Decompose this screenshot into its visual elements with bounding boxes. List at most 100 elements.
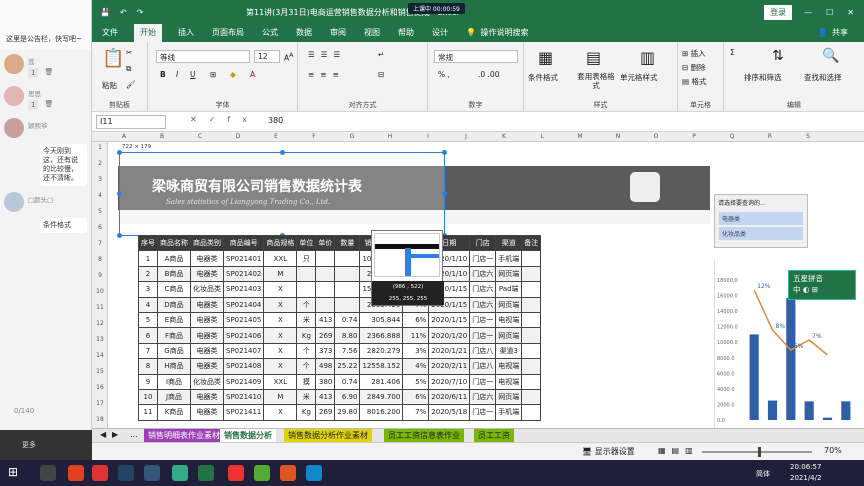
row-number[interactable]: 5 [92, 208, 108, 215]
maximize-icon[interactable]: ☐ [826, 8, 833, 17]
ime-panel[interactable]: 五星拼音 中 ◐ ⊞ [788, 270, 856, 300]
share-button[interactable]: 👤 共享 [815, 27, 852, 42]
table-cell[interactable]: 电器类 [190, 250, 224, 267]
table-cell[interactable]: C商品 [157, 281, 191, 298]
row-number[interactable]: 9 [92, 272, 108, 279]
border-icon[interactable]: ⊞ [210, 70, 216, 79]
chat-user[interactable]: 思思 1 🗑 [0, 82, 91, 114]
format-painter-icon[interactable]: 🖌 [126, 80, 136, 89]
table-cell[interactable] [334, 281, 361, 298]
table-cell[interactable]: 个 [296, 342, 317, 360]
table-cell[interactable] [521, 250, 542, 267]
column-letter[interactable]: G [342, 133, 362, 140]
ime-lang[interactable]: 简体 [756, 469, 770, 479]
table-cell[interactable] [315, 281, 336, 298]
column-header[interactable]: 商品类别 [190, 234, 224, 252]
trash-icon[interactable]: 🗑 [44, 100, 53, 110]
resize-handle[interactable] [442, 150, 447, 155]
table-cell[interactable]: 电器类 [190, 296, 224, 313]
sheet-tab-active[interactable]: 销售数据分析 [220, 429, 276, 443]
resize-handle[interactable] [442, 191, 447, 196]
column-header[interactable]: 商品编号 [222, 234, 265, 252]
sort-icon[interactable]: ⇅ [772, 48, 784, 64]
table-cell[interactable] [521, 327, 542, 344]
table-cell[interactable]: 电器类 [190, 404, 224, 421]
table-cell[interactable]: 化妆品类 [190, 373, 224, 390]
table-cell[interactable] [296, 281, 317, 298]
table-cell[interactable]: 4 [138, 296, 158, 313]
table-cell[interactable]: 2820.279 [359, 342, 404, 360]
column-header[interactable]: 渠道 [495, 234, 523, 252]
app-icon[interactable] [306, 465, 322, 481]
table-cell[interactable]: 渠道3 [495, 342, 523, 360]
table-cell[interactable]: 8016.200 [359, 404, 404, 421]
row-number[interactable]: 15 [92, 368, 108, 375]
column-letter[interactable]: A [114, 133, 134, 140]
paste-button[interactable]: 粘贴 [102, 80, 117, 91]
tab-file[interactable]: 文件 [100, 27, 120, 42]
sheet-tab[interactable]: 销售明细表作业素材 [144, 429, 224, 443]
table-cell[interactable]: I商品 [157, 373, 191, 390]
table-cell[interactable]: 电器类 [190, 358, 224, 375]
view-mode-icons[interactable]: ▦▤▥ [658, 446, 699, 455]
row-number[interactable]: 11 [92, 304, 108, 311]
sort-filter-button[interactable]: 排序和筛选 [744, 72, 782, 83]
table-cell[interactable]: 化妆品类 [190, 281, 224, 298]
table-cell[interactable]: SP021406 [222, 327, 265, 344]
column-letter[interactable]: S [798, 133, 818, 140]
table-cell[interactable]: SP021402 [222, 265, 265, 283]
table-cell[interactable]: 米 [296, 311, 317, 329]
table-cell[interactable]: 0.74 [334, 373, 361, 390]
table-cell[interactable]: 2020/5/18 [428, 404, 471, 421]
clock[interactable]: 20:06:57 2021/4/2 [790, 462, 821, 484]
table-format-icon[interactable]: ▤ [586, 48, 601, 67]
table-cell[interactable]: 2020/6/11 [428, 388, 471, 406]
table-cell[interactable]: 3% [402, 342, 430, 360]
table-cell[interactable] [315, 296, 336, 313]
column-letter[interactable]: N [608, 133, 628, 140]
align-left-icons[interactable]: ≡≡≡ [308, 70, 345, 79]
task-view-icon[interactable] [40, 465, 56, 481]
table-cell[interactable]: XXL [263, 250, 298, 267]
app-icon[interactable] [228, 465, 244, 481]
app-icon[interactable] [172, 465, 188, 481]
slicer-item[interactable]: 电器类 [719, 212, 803, 225]
percent-icon[interactable]: % , [438, 70, 450, 79]
table-cell[interactable]: 10 [138, 388, 158, 406]
row-number[interactable]: 16 [92, 384, 108, 391]
column-header[interactable]: 单位 [296, 234, 317, 252]
slicer-item[interactable]: 化妆品类 [719, 227, 803, 240]
table-cell[interactable]: G商品 [157, 342, 191, 360]
table-cell[interactable]: 4% [402, 358, 430, 375]
table-cell[interactable]: 电器类 [190, 388, 224, 406]
table-cell[interactable]: SP021411 [222, 404, 265, 421]
number-format-select[interactable]: 常规 [434, 50, 518, 63]
table-cell[interactable] [521, 342, 542, 360]
table-cell[interactable]: 门店六 [469, 281, 497, 298]
table-cell[interactable]: 电视端 [495, 311, 523, 329]
table-cell[interactable]: Kg [296, 327, 317, 344]
table-cell[interactable]: J商品 [157, 388, 191, 406]
table-cell[interactable]: SP021409 [222, 373, 265, 390]
table-cell[interactable]: SP021410 [222, 388, 265, 406]
column-header[interactable]: 门店 [469, 234, 497, 252]
table-cell[interactable]: 手机端 [495, 250, 523, 267]
cell-style-button[interactable]: 单元格样式 [620, 72, 658, 83]
table-cell[interactable]: 门店八 [469, 358, 497, 375]
tab-design[interactable]: 设计 [430, 27, 450, 42]
table-cell[interactable]: 门店六 [469, 296, 497, 313]
table-cell[interactable]: 269 [315, 404, 336, 421]
trash-icon[interactable]: 🗑 [44, 68, 53, 78]
table-cell[interactable] [521, 358, 542, 375]
table-cell[interactable]: 电视端 [495, 358, 523, 375]
table-cell[interactable]: X [263, 358, 298, 375]
table-cell[interactable]: B商品 [157, 265, 191, 283]
row-number[interactable]: 2 [92, 160, 108, 167]
sheet-area[interactable]: ABCDEFGHIJKLMNOPQRS 1 2 3 4 5 6 7 8 9 10 11 12 13 14 1… [92, 132, 864, 428]
row-number[interactable]: 4 [92, 192, 108, 199]
row-number[interactable]: 14 [92, 352, 108, 359]
table-cell[interactable]: 2020/1/21 [428, 342, 471, 360]
tab-view[interactable]: 视图 [362, 27, 382, 42]
table-cell[interactable]: 281.406 [359, 373, 404, 390]
find-icon[interactable]: 🔍 [822, 48, 839, 64]
